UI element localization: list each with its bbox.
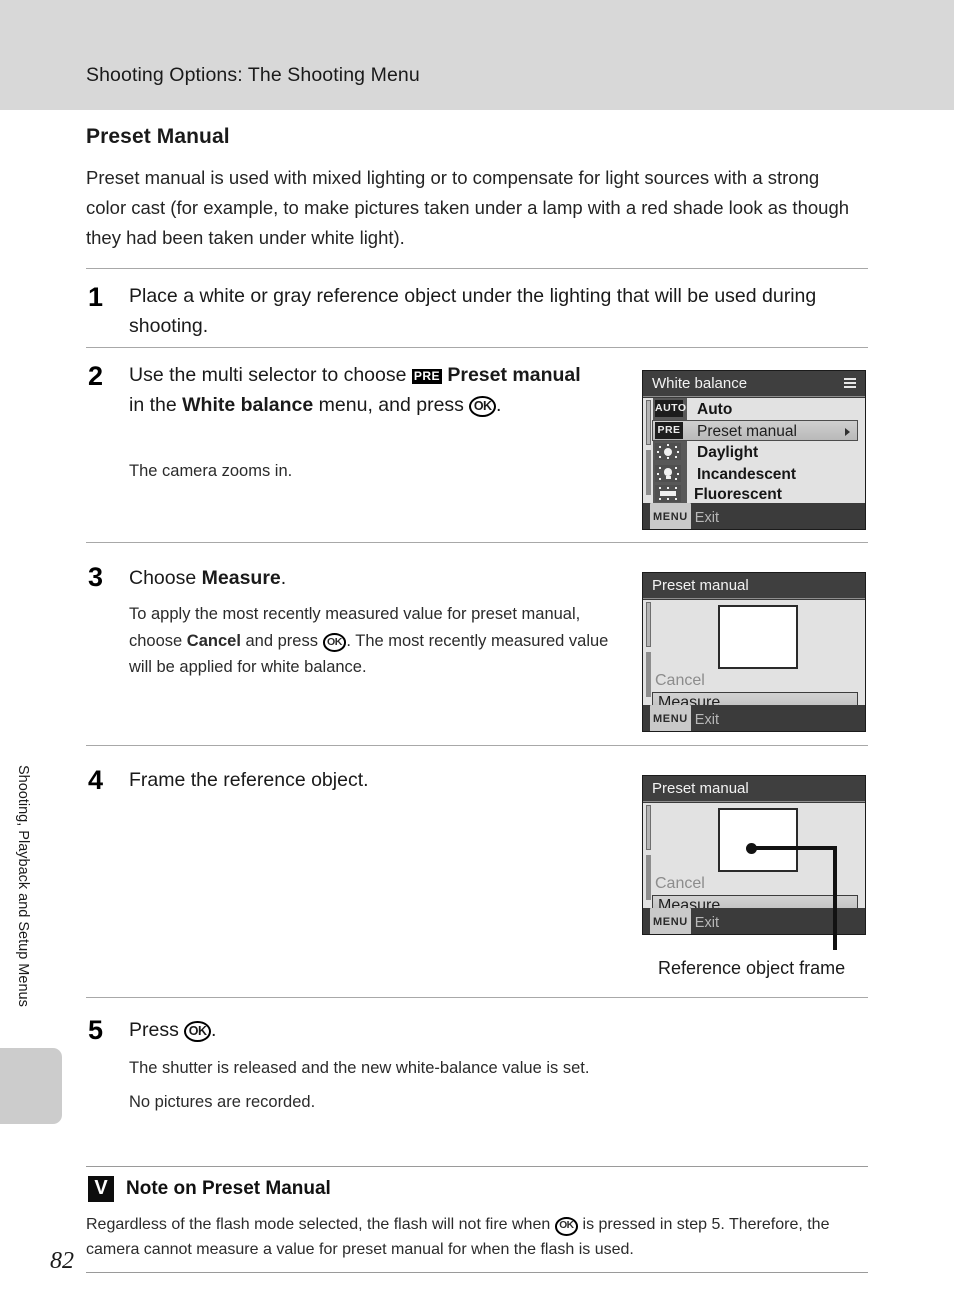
lcd-pm4-body: Cancel Measure bbox=[643, 803, 865, 916]
lcd-pm3-title-text: Preset manual bbox=[652, 577, 749, 594]
step-4-heading: Frame the reference object. bbox=[129, 769, 369, 791]
note-body-part1: Regardless of the flash mode selected, t… bbox=[86, 1216, 551, 1233]
auto-wb-icon-text: AUTO bbox=[655, 400, 686, 417]
step-5-heading: Press OK. bbox=[129, 1019, 217, 1042]
step-1-heading: Place a white or gray reference object u… bbox=[129, 281, 864, 341]
lcd-wb-row-fluorescent-label: Fluorescent bbox=[694, 486, 782, 503]
lcd-pm3-scroll-track[interactable] bbox=[646, 652, 651, 697]
callout-line-horizontal bbox=[752, 846, 837, 850]
ok-button-icon: OK bbox=[554, 1217, 579, 1236]
lcd-pm3-exit-label: Exit bbox=[694, 712, 719, 728]
lcd-pm3-title: Preset manual bbox=[643, 573, 865, 599]
step-4-number: 4 bbox=[88, 765, 104, 795]
lcd-pm4-scroll-track[interactable] bbox=[646, 855, 651, 900]
hamburger-icon bbox=[844, 378, 856, 389]
note-divider-top bbox=[86, 1166, 868, 1167]
preset-manual-wb-icon: PRE bbox=[655, 422, 685, 441]
step-3-body: To apply the most recently measured valu… bbox=[129, 605, 609, 676]
lcd-wb-scroll-thumb[interactable] bbox=[646, 400, 651, 445]
step-3-heading: Choose Measure. bbox=[129, 567, 287, 589]
lcd-pm4-exit-label: Exit bbox=[694, 915, 719, 931]
lcd-pm3-footer: MENU Exit bbox=[643, 705, 865, 731]
chevron-right-icon bbox=[845, 428, 850, 436]
lcd-pm4-title-text: Preset manual bbox=[652, 780, 749, 797]
lcd-pm3-scroll-thumb[interactable] bbox=[646, 602, 651, 647]
side-tab-label: Shooting, Playback and Setup Menus bbox=[15, 765, 31, 1007]
menu-button-icon: MENU bbox=[650, 705, 691, 731]
divider-above-step-4 bbox=[86, 745, 868, 746]
lcd-wb-row-incandescent[interactable]: Incandescent bbox=[653, 464, 857, 485]
lcd-pm4-footer: MENU Exit bbox=[643, 908, 865, 934]
lcd-pm4-cancel-option[interactable]: Cancel bbox=[655, 875, 705, 893]
divider-above-step-3 bbox=[86, 542, 868, 543]
menu-button-icon: MENU bbox=[650, 503, 691, 529]
reference-object-frame bbox=[718, 808, 798, 872]
lcd-wb-footer: MENU Exit bbox=[643, 503, 865, 529]
warning-check-icon: V bbox=[88, 1176, 114, 1202]
lcd-white-balance-menu: White balance AUTO Auto PRE Preset manua… bbox=[642, 370, 866, 530]
step-5-body-line-1: The shutter is released and the new whit… bbox=[129, 1059, 590, 1077]
auto-wb-icon: AUTO bbox=[655, 400, 686, 419]
callout-line-vertical bbox=[833, 846, 837, 950]
step-5-body-line-2: No pictures are recorded. bbox=[129, 1093, 316, 1111]
lcd-wb-row-preset-manual[interactable]: PRE Preset manual bbox=[652, 420, 858, 441]
lcd-wb-exit-label: Exit bbox=[694, 510, 719, 526]
lcd-wb-row-preset-manual-label: Preset manual bbox=[697, 423, 797, 440]
lcd-pm3-body: Cancel Measure bbox=[643, 600, 865, 713]
pre-mode-icon: PRE bbox=[411, 368, 442, 385]
lcd-wb-row-incandescent-label: Incandescent bbox=[697, 466, 797, 483]
fluorescent-wb-icon bbox=[655, 485, 685, 504]
step-3-number: 3 bbox=[88, 562, 104, 592]
ok-button-icon: OK bbox=[184, 1021, 211, 1042]
lcd-wb-scroll-track[interactable] bbox=[646, 450, 651, 495]
step-2-number: 2 bbox=[88, 361, 104, 391]
note-body: Regardless of the flash mode selected, t… bbox=[86, 1212, 871, 1262]
divider-above-step-5 bbox=[86, 997, 868, 998]
note-divider-bottom bbox=[86, 1272, 868, 1273]
lcd-wb-row-daylight-label: Daylight bbox=[697, 444, 759, 461]
intro-paragraph: Preset manual is used with mixed lightin… bbox=[86, 167, 850, 248]
lcd-pm3-cancel-option[interactable]: Cancel bbox=[655, 672, 705, 690]
step-1-heading-text: Place a white or gray reference object u… bbox=[129, 285, 817, 337]
page-title: Preset Manual bbox=[86, 125, 230, 148]
step-5-number: 5 bbox=[88, 1015, 104, 1045]
lcd-wb-row-daylight[interactable]: Daylight bbox=[653, 442, 857, 463]
lcd-preset-manual-step3: Preset manual Cancel Measure MENU Exit bbox=[642, 572, 866, 732]
step-2-body: The camera zooms in. bbox=[129, 462, 293, 480]
lcd-pm4-scroll-thumb[interactable] bbox=[646, 805, 651, 850]
step-1-number: 1 bbox=[88, 282, 104, 312]
lcd-wb-body: AUTO Auto PRE Preset manual Daylight Inc… bbox=[643, 398, 865, 505]
ok-button-icon: OK bbox=[469, 396, 497, 417]
menu-button-icon: MENU bbox=[650, 908, 691, 934]
divider-above-step-1 bbox=[86, 268, 868, 269]
note-title: Note on Preset Manual bbox=[126, 1178, 331, 1199]
side-tab-marker bbox=[0, 1048, 62, 1124]
lcd-wb-title-text: White balance bbox=[652, 375, 748, 392]
preset-manual-wb-icon-text: PRE bbox=[655, 422, 683, 439]
lcd-wb-row-auto[interactable]: AUTO Auto bbox=[653, 399, 857, 420]
divider-above-step-2 bbox=[86, 347, 868, 348]
callout-label: Reference object frame bbox=[658, 958, 846, 978]
running-header-title: Shooting Options: The Shooting Menu bbox=[86, 64, 420, 86]
ok-button-icon: OK bbox=[322, 632, 347, 652]
lcd-wb-row-fluorescent[interactable]: Fluorescent bbox=[653, 484, 857, 505]
lcd-wb-title: White balance bbox=[643, 371, 865, 397]
lcd-pm4-title: Preset manual bbox=[643, 776, 865, 802]
page-running-header: Shooting Options: The Shooting Menu bbox=[0, 0, 954, 110]
page-number: 82 bbox=[50, 1248, 74, 1274]
step-5-heading-text: Press bbox=[129, 1019, 179, 1041]
lcd-wb-row-auto-label: Auto bbox=[697, 401, 733, 418]
daylight-wb-icon bbox=[655, 443, 685, 462]
incandescent-wb-icon bbox=[655, 465, 685, 484]
reference-object-frame bbox=[718, 605, 798, 669]
step-2-heading: Use the multi selector to choose PRE Pre… bbox=[129, 364, 581, 417]
